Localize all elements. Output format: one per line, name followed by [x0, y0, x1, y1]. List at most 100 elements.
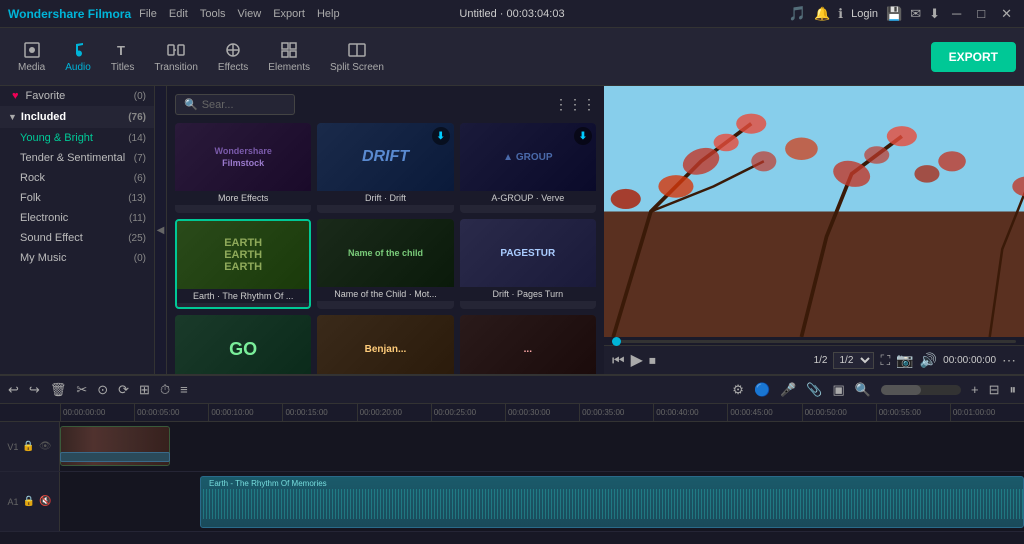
- sidebar-item-tender[interactable]: Tender & Sentimental (7): [0, 148, 154, 168]
- video-track-1-content[interactable]: [60, 422, 1024, 471]
- sidebar-item-included[interactable]: ▼ Included (76): [0, 106, 154, 128]
- speed-button[interactable]: ⏱: [160, 382, 170, 398]
- menu-edit[interactable]: Edit: [169, 8, 188, 20]
- ruler-mark-4: 00:00:20:00: [357, 404, 431, 421]
- menu-help[interactable]: Help: [317, 8, 340, 20]
- fit-icon[interactable]: ⊟: [989, 382, 1000, 398]
- rotate-button[interactable]: ⟳: [118, 382, 129, 398]
- audio-card-misc[interactable]: ... ...: [460, 315, 596, 374]
- minimize-button[interactable]: ─: [948, 6, 965, 21]
- audio-card-earth[interactable]: EARTH EARTH EARTH Earth · The Rhythm Of …: [175, 219, 311, 309]
- audio-card-go[interactable]: GO GO...: [175, 315, 311, 374]
- main-area: ♥ Favorite (0) ▼ Included (76) Young & B…: [0, 86, 1024, 374]
- zoom-slider[interactable]: [881, 385, 961, 395]
- tool-audio[interactable]: Audio: [55, 37, 101, 77]
- download-icon-drift[interactable]: ⬇: [432, 127, 450, 145]
- titlebar-right: 🎵 🔔 ℹ Login 💾 ✉ ⬇ ─ □ ✕: [789, 5, 1016, 22]
- lock-icon-2[interactable]: 🔒: [23, 496, 35, 507]
- ruler-mark-0: 00:00:00:00: [60, 404, 134, 421]
- zoom-in-icon[interactable]: +: [971, 382, 979, 397]
- sidebar-item-rock[interactable]: Rock (6): [0, 168, 154, 188]
- search-box[interactable]: 🔍 Sear...: [175, 94, 295, 115]
- audio-card-benjamin[interactable]: Benjan... Benjamin...: [317, 315, 453, 374]
- tool-titles[interactable]: T Titles: [101, 37, 145, 77]
- sidebar-item-electronic[interactable]: Electronic (11): [0, 208, 154, 228]
- snapshot-button[interactable]: 📷: [896, 352, 913, 369]
- sidebar-item-sound-effect[interactable]: Sound Effect (25): [0, 228, 154, 248]
- prev-frame-button[interactable]: ⏮: [612, 352, 625, 369]
- titlebar-left: Wondershare Filmora File Edit Tools View…: [8, 7, 340, 21]
- lock-icon[interactable]: 🔒: [22, 441, 34, 452]
- audio-icon: 🎵: [789, 5, 806, 22]
- mic-icon[interactable]: 🎤: [780, 382, 796, 398]
- audio-card-agroup[interactable]: ▲ GROUP ⬇ A-GROUP · Verve: [460, 123, 596, 213]
- export-button[interactable]: EXPORT: [931, 42, 1016, 72]
- save-icon[interactable]: 💾: [886, 6, 902, 22]
- clip-icon[interactable]: 📎: [806, 382, 822, 398]
- sidebar-item-folk[interactable]: Folk (13): [0, 188, 154, 208]
- cut-button[interactable]: ✂: [76, 382, 87, 398]
- preview-controls: ⏮ ▶ ⏹ 1/2 1/2 1/4 Full ⛶ 📷 🔊 00:00:00:00…: [604, 345, 1024, 374]
- notification-icon[interactable]: 🔔: [814, 6, 830, 22]
- pause-overlay-button[interactable]: ⏸: [1010, 382, 1017, 398]
- fullscreen-button[interactable]: ⛶: [880, 352, 890, 369]
- preview-resolution-select[interactable]: 1/2 1/4 Full: [833, 352, 874, 369]
- redo-button[interactable]: ↪: [29, 382, 40, 398]
- sidebar-item-favorite[interactable]: ♥ Favorite (0): [0, 86, 154, 106]
- panel-collapse-button[interactable]: ◀: [155, 86, 167, 374]
- search-icon: 🔍: [184, 98, 198, 111]
- preview-panel: ⏮ ▶ ⏹ 1/2 1/2 1/4 Full ⛶ 📷 🔊 00:00:00:00…: [604, 86, 1024, 374]
- audio-card-drift[interactable]: DRIFT ⬇ Drift · Drift: [317, 123, 453, 213]
- mute-icon[interactable]: 🔇: [39, 496, 51, 507]
- info-icon[interactable]: ℹ: [838, 6, 843, 22]
- sidebar-item-my-music[interactable]: My Music (0): [0, 248, 154, 268]
- audio-clip-1[interactable]: Earth - The Rhythm Of Memories // Genera…: [200, 476, 1024, 528]
- ruler-mark-10: 00:00:50:00: [802, 404, 876, 421]
- menu-view[interactable]: View: [238, 8, 262, 20]
- sidebar-item-young-bright[interactable]: Young & Bright (14): [0, 128, 154, 148]
- video-track-1: V1 🔒 👁: [0, 422, 1024, 472]
- tool-media[interactable]: Media: [8, 37, 55, 77]
- undo-button[interactable]: ↩: [8, 382, 19, 398]
- volume-button[interactable]: 🔊: [920, 352, 937, 369]
- tool-elements[interactable]: Elements: [258, 37, 320, 77]
- close-button[interactable]: ✕: [997, 6, 1016, 22]
- crop-button[interactable]: ⊞: [139, 382, 150, 398]
- audio-adjust-button[interactable]: ≡: [180, 382, 188, 397]
- settings-icon[interactable]: ⚙: [732, 382, 744, 398]
- frame-icon[interactable]: ▣: [833, 382, 845, 398]
- audio-card-more-effects[interactable]: Wondershare Filmstock More Effects: [175, 123, 311, 213]
- timeline-ruler: 00:00:00:00 00:00:05:00 00:00:10:00 00:0…: [0, 404, 1024, 422]
- tool-transition[interactable]: Transition: [144, 37, 208, 77]
- download-icon-agroup[interactable]: ⬇: [574, 127, 592, 145]
- maximize-button[interactable]: □: [973, 6, 989, 21]
- tool-effects[interactable]: Effects: [208, 37, 258, 77]
- ruler-mark-6: 00:00:30:00: [505, 404, 579, 421]
- copy-button[interactable]: ⊙: [97, 382, 108, 398]
- more-options-button[interactable]: ⋯: [1002, 352, 1016, 369]
- magnet-icon[interactable]: 🔵: [754, 382, 770, 398]
- audio-track-1-content[interactable]: Earth - The Rhythm Of Memories // Genera…: [60, 472, 1024, 531]
- play-pause-button[interactable]: ▶: [631, 350, 643, 370]
- menu-export[interactable]: Export: [273, 8, 305, 20]
- audio-card-nameofchild[interactable]: Name of the child Name of the Child · Mo…: [317, 219, 453, 309]
- preview-timecode: 00:00:00:00: [943, 355, 996, 366]
- audio-card-pagesturn[interactable]: PAGESTUR Drift · Pages Turn: [460, 219, 596, 309]
- blue-clip-1[interactable]: [60, 452, 170, 462]
- stop-button[interactable]: ⏹: [649, 352, 656, 369]
- preview-seek-bar[interactable]: [604, 337, 1024, 345]
- preview-time: 1/2: [814, 355, 828, 366]
- ruler-mark-12: 00:01:00:00: [950, 404, 1024, 421]
- audio-track-1: A1 🔒 🔇 Earth - The Rhythm Of Memories //…: [0, 472, 1024, 532]
- tool-splitscreen[interactable]: Split Screen: [320, 37, 394, 77]
- login-button[interactable]: Login: [851, 8, 878, 20]
- download-icon[interactable]: ⬇: [929, 6, 940, 22]
- zoom-out-icon[interactable]: 🔍: [855, 382, 871, 398]
- email-icon[interactable]: ✉: [910, 6, 921, 22]
- eye-icon[interactable]: 👁: [39, 441, 52, 452]
- delete-button[interactable]: 🗑: [50, 382, 67, 398]
- track-2-header: A1 🔒 🔇: [0, 472, 60, 531]
- menu-file[interactable]: File: [139, 8, 157, 20]
- grid-toggle-button[interactable]: ⋮⋮⋮: [554, 96, 596, 113]
- menu-tools[interactable]: Tools: [200, 8, 226, 20]
